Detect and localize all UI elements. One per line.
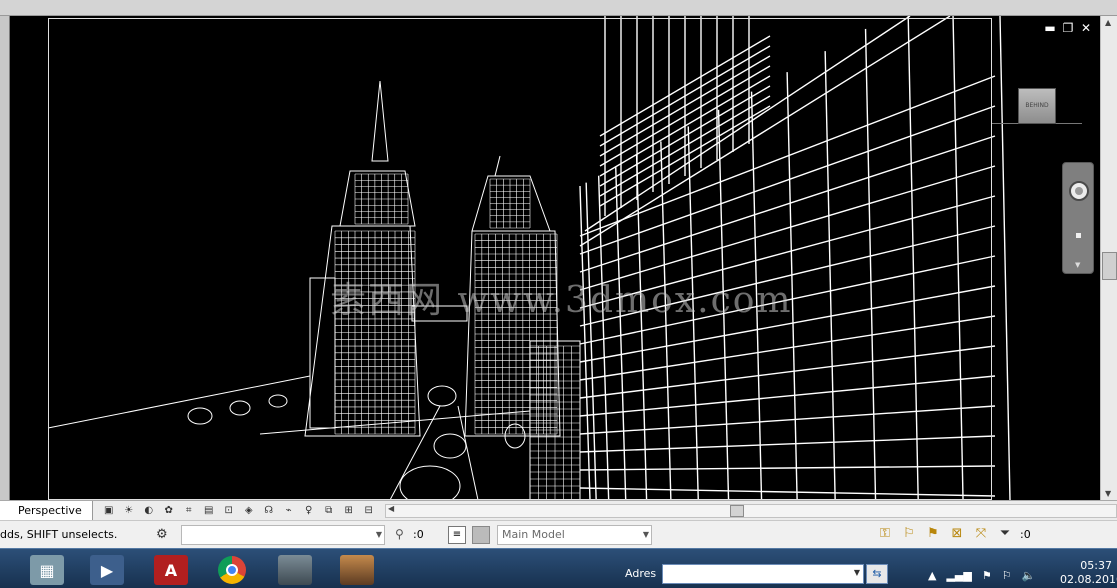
minimize-icon[interactable]: ▬ bbox=[1044, 22, 1056, 34]
workset-combo[interactable]: ▼ bbox=[181, 525, 385, 545]
wireframe-scene bbox=[47, 16, 1011, 500]
address-input[interactable]: ▼ bbox=[662, 564, 864, 584]
chrome-app-icon[interactable] bbox=[215, 555, 249, 585]
horizontal-scroll-thumb[interactable] bbox=[730, 505, 744, 517]
ground-line bbox=[47, 375, 311, 429]
highlight-displacement-icon[interactable]: ♀ bbox=[301, 504, 317, 518]
design-option-combo[interactable]: Main Model ▼ bbox=[497, 525, 652, 545]
autocad-app-icon[interactable]: A bbox=[154, 555, 188, 585]
worksets-icon[interactable]: ⚙ bbox=[156, 527, 168, 542]
sun-path-icon[interactable]: ☀ bbox=[121, 504, 137, 518]
view-control-bar: Perspective ▣ ☀ ◐ ✿ ⌗ ▤ ⊡ ◈ ☊ ⌁ ♀ ⧉ ⊞ ⊟ … bbox=[0, 500, 1117, 521]
vertical-scrollbar[interactable]: ▲ ▼ bbox=[1100, 16, 1117, 500]
scroll-down-icon[interactable]: ▼ bbox=[1105, 489, 1111, 498]
calculator-app-icon[interactable]: ▦ bbox=[30, 555, 64, 585]
game-1-app-icon[interactable] bbox=[278, 555, 312, 585]
wire-line bbox=[579, 435, 996, 453]
crop-view-icon[interactable]: ⌗ bbox=[181, 504, 197, 518]
editable-only-icon[interactable]: ⚲ bbox=[395, 527, 404, 541]
vertical-scroll-thumb[interactable] bbox=[1102, 252, 1117, 280]
pan-icon[interactable] bbox=[1076, 233, 1081, 238]
analytical-model-icon[interactable]: ⌁ bbox=[281, 504, 297, 518]
filter-icon[interactable]: ⏷ bbox=[996, 525, 1014, 543]
wire-line bbox=[824, 51, 836, 500]
windows-taskbar: ▦ ▶ A Adres ▼ ⇆ ▲ ▂▄▆ ⚑ ⚐ 🔈 05:37 02.08.… bbox=[0, 548, 1117, 588]
clock[interactable]: 05:37 02.08.2016 bbox=[1060, 559, 1117, 587]
view-control-icons: ▣ ☀ ◐ ✿ ⌗ ▤ ⊡ ◈ ☊ ⌁ ♀ ⧉ ⊞ ⊟ ‹ bbox=[93, 504, 397, 518]
right-building bbox=[579, 16, 1011, 500]
camera-icon[interactable]: ⊟ bbox=[361, 504, 377, 518]
close-icon[interactable]: ✕ bbox=[1080, 22, 1092, 34]
select-pinned-icon[interactable]: ⚑ bbox=[924, 525, 942, 543]
left-tower bbox=[304, 80, 421, 437]
wire-line bbox=[584, 16, 911, 232]
wire-line bbox=[999, 16, 1011, 500]
design-options-icon[interactable]: ≡ bbox=[448, 526, 466, 544]
view-window-controls: ▬ ❐ ✕ bbox=[1044, 22, 1092, 34]
game-2-app-icon[interactable] bbox=[340, 555, 374, 585]
system-tray: ▲ ▂▄▆ ⚑ ⚐ 🔈 bbox=[928, 569, 1035, 582]
active-only-icon[interactable] bbox=[472, 526, 490, 544]
navigation-bar[interactable]: ▼ bbox=[1062, 162, 1094, 274]
chevron-down-icon[interactable]: ▼ bbox=[854, 568, 860, 577]
wire-line bbox=[907, 16, 919, 500]
selection-tools: ⚿ ⚐ ⚑ ⊠ ⤧ ⏷ :0 bbox=[876, 525, 1031, 543]
shadows-icon[interactable]: ◐ bbox=[141, 504, 157, 518]
wire-line bbox=[579, 465, 996, 471]
left-panel-edge bbox=[0, 16, 10, 500]
worksharing-display-icon[interactable]: ⊞ bbox=[341, 504, 357, 518]
tray-expand-icon[interactable]: ▲ bbox=[928, 569, 936, 582]
flag-icon[interactable]: ⚐ bbox=[1002, 569, 1012, 582]
wire-line bbox=[864, 28, 877, 500]
viewcube-face-label: BEHIND bbox=[1025, 102, 1049, 109]
wire-line bbox=[579, 487, 996, 497]
drag-elements-icon[interactable]: ⤧ bbox=[972, 525, 990, 543]
render-icon[interactable]: ✿ bbox=[161, 504, 177, 518]
viewcube[interactable]: BEHIND bbox=[1018, 88, 1056, 124]
chevron-down-icon[interactable]: ▼ bbox=[376, 526, 382, 544]
signal-icon[interactable]: ▂▄▆ bbox=[946, 569, 971, 582]
scroll-up-icon[interactable]: ▲ bbox=[1105, 18, 1111, 27]
select-underlay-icon[interactable]: ⚐ bbox=[900, 525, 918, 543]
reveal-hidden-icon[interactable]: ☊ bbox=[261, 504, 277, 518]
constraints-icon[interactable]: ⧉ bbox=[321, 504, 337, 518]
chevron-down-icon[interactable]: ▼ bbox=[643, 526, 649, 544]
status-message: dds, SHIFT unselects. bbox=[0, 528, 118, 541]
temporary-hide-icon[interactable]: ◈ bbox=[241, 504, 257, 518]
select-by-face-icon[interactable]: ⊠ bbox=[948, 525, 966, 543]
media-player-app-icon[interactable]: ▶ bbox=[90, 555, 124, 585]
watermark: 素西网 www.3dmox.com bbox=[330, 280, 793, 321]
editable-count: :0 bbox=[413, 528, 424, 541]
network-icon[interactable]: ⚑ bbox=[982, 569, 992, 582]
status-bar: dds, SHIFT unselects. ⚙ ▼ ⚲ :0 ≡ Main Mo… bbox=[0, 520, 1117, 548]
restore-icon[interactable]: ❐ bbox=[1062, 22, 1074, 34]
volume-icon[interactable]: 🔈 bbox=[1022, 569, 1036, 582]
select-links-icon[interactable]: ⚿ bbox=[876, 525, 894, 543]
horizontal-scrollbar[interactable]: ◀ bbox=[385, 504, 1117, 518]
show-crop-icon[interactable]: ▤ bbox=[201, 504, 217, 518]
clock-time: 05:37 bbox=[1080, 559, 1112, 572]
clock-date: 02.08.2016 bbox=[1060, 573, 1117, 586]
filter-count: :0 bbox=[1020, 527, 1031, 541]
scroll-left-icon[interactable]: ◀ bbox=[388, 504, 394, 513]
visual-style-icon[interactable]: ▣ bbox=[101, 504, 117, 518]
unlock-3d-icon[interactable]: ⊡ bbox=[221, 504, 237, 518]
wire-line bbox=[579, 105, 996, 255]
steering-wheel-icon[interactable] bbox=[1069, 181, 1089, 201]
address-label: Adres bbox=[625, 567, 657, 580]
address-go-icon[interactable]: ⇆ bbox=[866, 564, 888, 584]
design-option-value: Main Model bbox=[502, 528, 565, 541]
nav-bar-menu-icon[interactable]: ▼ bbox=[1075, 261, 1080, 269]
view-name-label: Perspective bbox=[0, 500, 93, 521]
wire-line bbox=[635, 154, 648, 500]
3d-viewport[interactable]: 素西网 www.3dmox.com ▬ ❐ ✕ BEHIND ▼ bbox=[10, 16, 1100, 500]
title-strip bbox=[0, 0, 1117, 16]
